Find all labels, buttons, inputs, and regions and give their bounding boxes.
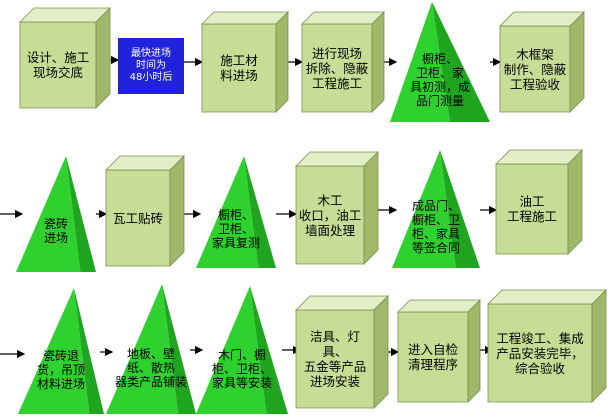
box-side-face (567, 149, 583, 255)
box-side-face (371, 11, 385, 113)
step-6-pyramid (16, 156, 96, 272)
box-side-face (373, 295, 389, 409)
box-front-face (295, 309, 375, 409)
pyramid-front-face (18, 288, 90, 414)
box-side-face (95, 7, 111, 109)
timing-note: 最快进场 时间为 48小时后 (118, 38, 184, 94)
box-top-face (301, 11, 385, 25)
box-front-face (397, 311, 469, 403)
box-side-face (467, 299, 481, 403)
step-17-box (487, 289, 607, 403)
pyramid-front-face (16, 156, 81, 272)
step-9-box (295, 151, 379, 265)
step-14-pyramid (196, 286, 288, 414)
box-top-face (201, 11, 289, 25)
pyramid-front-face (106, 284, 179, 414)
box-side-face (591, 289, 607, 403)
pyramid-front-face (392, 150, 456, 268)
box-front-face (499, 25, 571, 113)
box-front-face (301, 23, 373, 113)
box-top-face (397, 299, 481, 313)
box-side-face (363, 151, 379, 265)
step-10-pyramid (392, 150, 480, 268)
box-top-face (499, 11, 585, 27)
box-side-face (569, 11, 585, 113)
box-top-face (495, 149, 583, 165)
step-2-box (201, 11, 289, 113)
step-13-pyramid (106, 284, 196, 414)
step-12-pyramid (18, 288, 104, 414)
box-side-face (275, 11, 289, 113)
box-front-face (201, 23, 277, 113)
step-5-box (499, 11, 585, 113)
step-4-pyramid (390, 2, 490, 122)
step-16-box (397, 299, 481, 403)
step-1-box (19, 7, 111, 109)
pyramid-front-face (196, 156, 259, 268)
flowchart-canvas (0, 2, 607, 414)
step-7-box (105, 155, 185, 267)
box-front-face (487, 303, 593, 403)
step-15-box (295, 295, 389, 409)
step-11-box (495, 149, 583, 255)
box-side-face (169, 155, 185, 267)
box-top-face (19, 7, 111, 23)
box-top-face (295, 295, 389, 311)
box-front-face (105, 169, 171, 267)
box-top-face (487, 289, 607, 305)
step-8-pyramid (196, 156, 276, 268)
box-front-face (495, 163, 569, 255)
pyramid-front-face (196, 286, 267, 414)
step-3-box (301, 11, 385, 113)
box-front-face (19, 21, 97, 109)
box-front-face (295, 165, 365, 265)
